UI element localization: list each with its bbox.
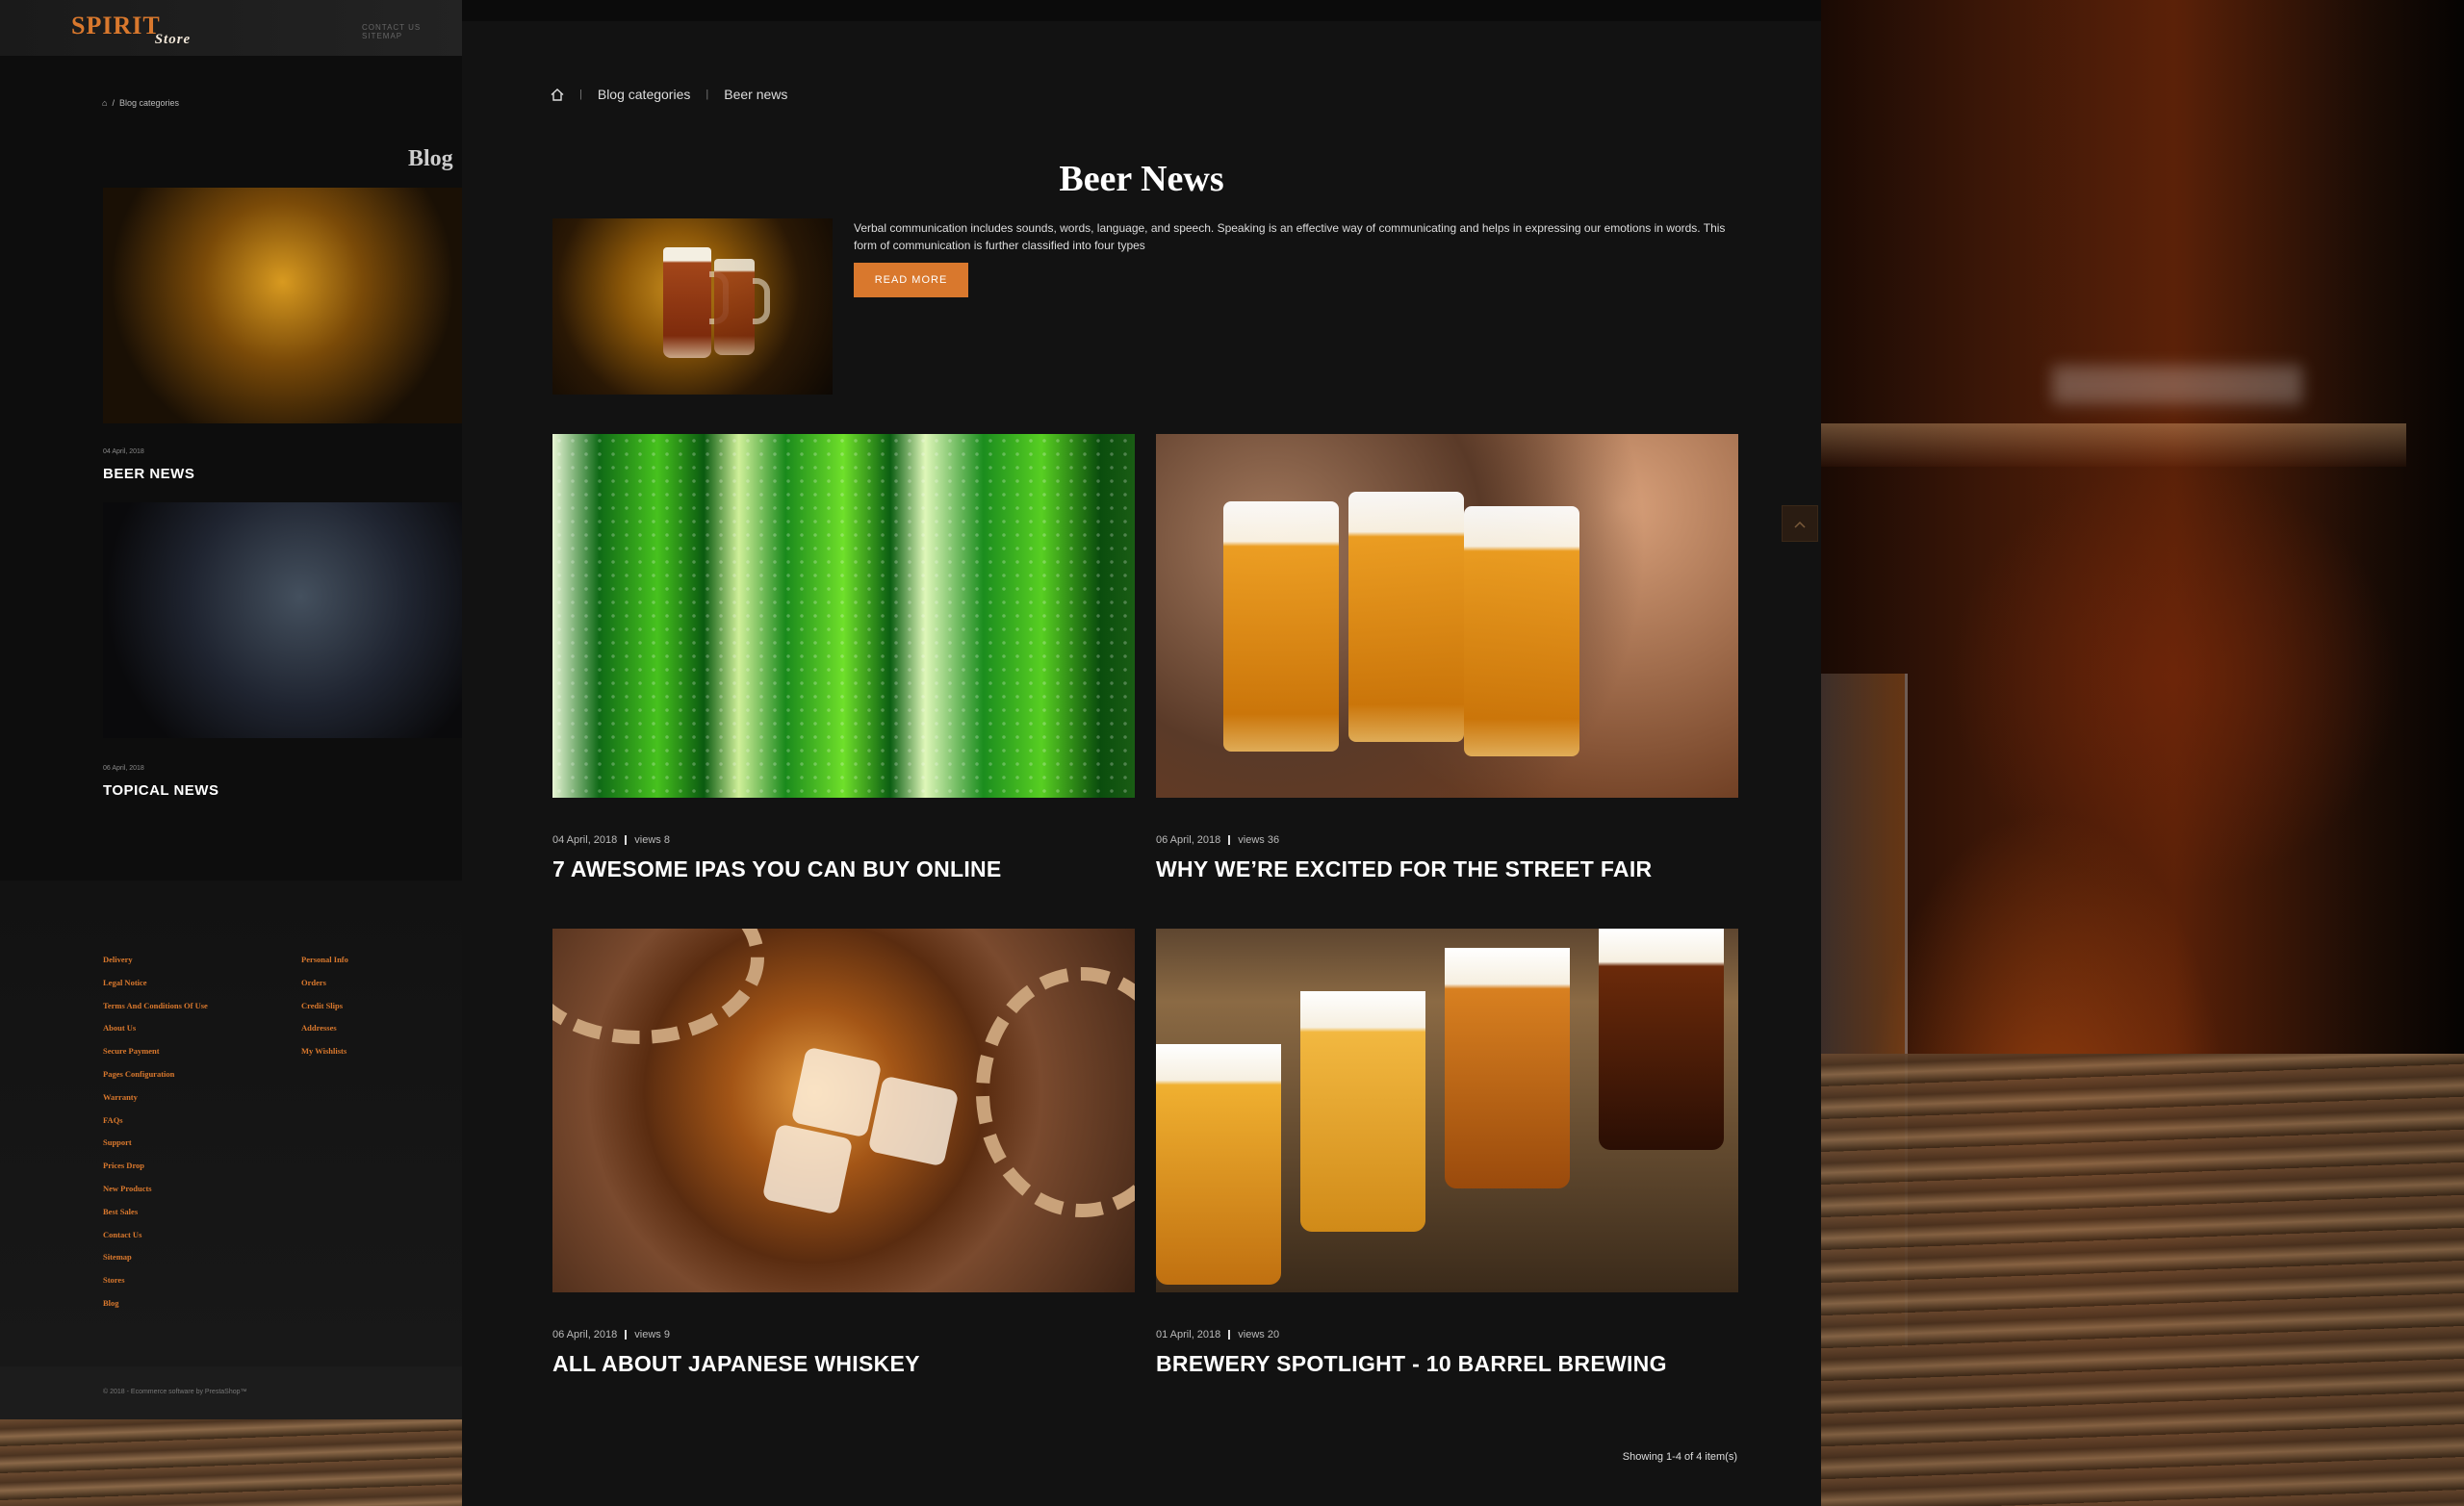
category-description: Verbal communication includes sounds, wo…	[854, 221, 1726, 252]
footer-link[interactable]: Delivery	[103, 949, 208, 972]
post-title[interactable]: ALL ABOUT JAPANESE WHISKEY	[552, 1351, 920, 1377]
post-title[interactable]: WHY WE’RE EXCITED FOR THE STREET FAIR	[1156, 856, 1652, 882]
beer-mug-shape	[1223, 501, 1339, 752]
glass-shine	[2052, 366, 2302, 404]
post-image-street-fair[interactable]	[1156, 434, 1738, 798]
logo-main: SPIRIT	[71, 12, 161, 39]
background-wood	[0, 1419, 462, 1506]
footer-links-col2: Personal Info Orders Credit Slips Addres…	[301, 949, 348, 1063]
footer-link[interactable]: Terms And Conditions Of Use	[103, 995, 208, 1018]
background-post-title[interactable]: TOPICAL NEWS	[103, 782, 218, 799]
meta-divider	[625, 835, 628, 846]
breadcrumb-separator: |	[706, 89, 709, 100]
logo-sub: Store	[154, 32, 192, 47]
post-image-ipas[interactable]	[552, 434, 1135, 798]
post-title[interactable]: 7 AWESOME IPAS YOU CAN BUY ONLINE	[552, 856, 1002, 882]
background-header: SPIRITStore CONTACT US SITEMAP	[0, 0, 462, 56]
post-image-brewery[interactable]	[1156, 929, 1738, 1292]
footer-link[interactable]: Blog	[103, 1292, 208, 1315]
footer-link[interactable]: Sitemap	[103, 1246, 208, 1269]
post-views: views 9	[634, 1329, 670, 1340]
footer-link[interactable]: Stores	[103, 1269, 208, 1292]
footer-link[interactable]: Prices Drop	[103, 1155, 208, 1178]
ice-cube-shape	[761, 1123, 854, 1215]
pagination-summary: Showing 1-4 of 4 item(s)	[1622, 1451, 1737, 1463]
home-icon[interactable]	[551, 88, 564, 101]
breadcrumb-beer-news: Beer news	[724, 87, 788, 102]
scroll-top-button[interactable]	[1782, 505, 1818, 542]
footer-link[interactable]: Contact Us	[103, 1224, 208, 1247]
background-post-image[interactable]	[103, 188, 462, 423]
beer-mug-shape	[1464, 506, 1579, 756]
footer-link[interactable]: New Products	[103, 1178, 208, 1201]
read-more-button[interactable]: READ MORE	[854, 263, 968, 297]
post-meta: 04 April, 2018 views 8	[552, 834, 670, 846]
footer-link[interactable]: Legal Notice	[103, 972, 208, 995]
post-meta: 01 April, 2018 views 20	[1156, 1329, 1279, 1340]
footer-link[interactable]: Orders	[301, 972, 348, 995]
post-date: 06 April, 2018	[552, 1329, 618, 1340]
footer-link[interactable]: Personal Info	[301, 949, 348, 972]
page-title: Beer News	[1059, 159, 1224, 199]
meta-divider	[1228, 835, 1231, 846]
mug-handle-shape	[753, 278, 770, 324]
ice-cube-shape	[867, 1075, 960, 1167]
footer-link[interactable]: Addresses	[301, 1017, 348, 1040]
breadcrumb: | Blog categories | Beer news	[551, 87, 787, 102]
post-views: views 36	[1238, 834, 1280, 846]
footer-link[interactable]: My Wishlists	[301, 1040, 348, 1063]
beer-glass-shape	[1300, 991, 1425, 1232]
footer-link[interactable]: Warranty	[103, 1086, 208, 1110]
liquid-line	[1821, 423, 2406, 467]
rope-shape	[552, 929, 764, 1044]
background-blog-title: Blog	[408, 146, 453, 171]
mug-shape	[714, 259, 755, 355]
footer-link[interactable]: Best Sales	[103, 1201, 208, 1224]
footer-link[interactable]: Support	[103, 1132, 208, 1155]
wood-table	[1821, 1054, 2464, 1506]
meta-divider	[625, 1330, 628, 1340]
background-footer	[0, 881, 462, 1366]
footer-links-col1: Delivery Legal Notice Terms And Conditio…	[103, 949, 208, 1315]
background-post-title[interactable]: BEER NEWS	[103, 466, 194, 482]
background-top-links[interactable]: CONTACT US SITEMAP	[362, 23, 462, 40]
ice-cube-shape	[790, 1046, 883, 1138]
post-image-whiskey[interactable]	[552, 929, 1135, 1292]
beer-glass-shape	[1599, 929, 1724, 1150]
breadcrumb-separator: |	[579, 89, 582, 100]
beer-glass-shape	[1156, 1044, 1281, 1285]
footer-link[interactable]: Secure Payment	[103, 1040, 208, 1063]
decorative-bottle-photo	[1821, 0, 2464, 1506]
footer-link[interactable]: Pages Configuration	[103, 1063, 208, 1086]
category-image	[552, 218, 833, 395]
background-breadcrumb: ⌂ / Blog categories	[102, 98, 179, 108]
footer-link[interactable]: About Us	[103, 1017, 208, 1040]
post-views: views 20	[1238, 1329, 1280, 1340]
home-icon[interactable]: ⌂	[102, 98, 107, 108]
post-meta: 06 April, 2018 views 9	[552, 1329, 670, 1340]
post-title[interactable]: BREWERY SPOTLIGHT - 10 BARREL BREWING	[1156, 1351, 1667, 1377]
meta-divider	[1228, 1330, 1231, 1340]
post-meta: 06 April, 2018 views 36	[1156, 834, 1279, 846]
spirit-store-logo[interactable]: SPIRITStore	[71, 12, 191, 47]
background-post-date: 06 April, 2018	[103, 765, 144, 772]
main-blog-panel: | Blog categories | Beer news Beer News …	[462, 21, 1821, 1506]
background-page-preview: SPIRITStore CONTACT US SITEMAP ⌂ / Blog …	[0, 0, 462, 1506]
background-breadcrumb-current[interactable]: Blog categories	[119, 98, 179, 108]
beer-mug-shape	[1348, 492, 1464, 742]
background-post-date: 04 April, 2018	[103, 448, 144, 455]
post-date: 04 April, 2018	[552, 834, 618, 846]
mug-shape	[663, 247, 711, 358]
footer-link[interactable]: Credit Slips	[301, 995, 348, 1018]
rope-shape	[976, 967, 1135, 1217]
post-date: 01 April, 2018	[1156, 1329, 1221, 1340]
beer-glass-shape	[1445, 948, 1570, 1188]
breadcrumb-blog-categories[interactable]: Blog categories	[598, 87, 691, 102]
post-date: 06 April, 2018	[1156, 834, 1221, 846]
background-copyright: © 2018 - Ecommerce software by PrestaSho…	[103, 1389, 247, 1395]
chevron-up-icon	[1794, 517, 1806, 531]
post-views: views 8	[634, 834, 670, 846]
footer-link[interactable]: FAQs	[103, 1110, 208, 1133]
background-post-image[interactable]	[103, 502, 462, 738]
